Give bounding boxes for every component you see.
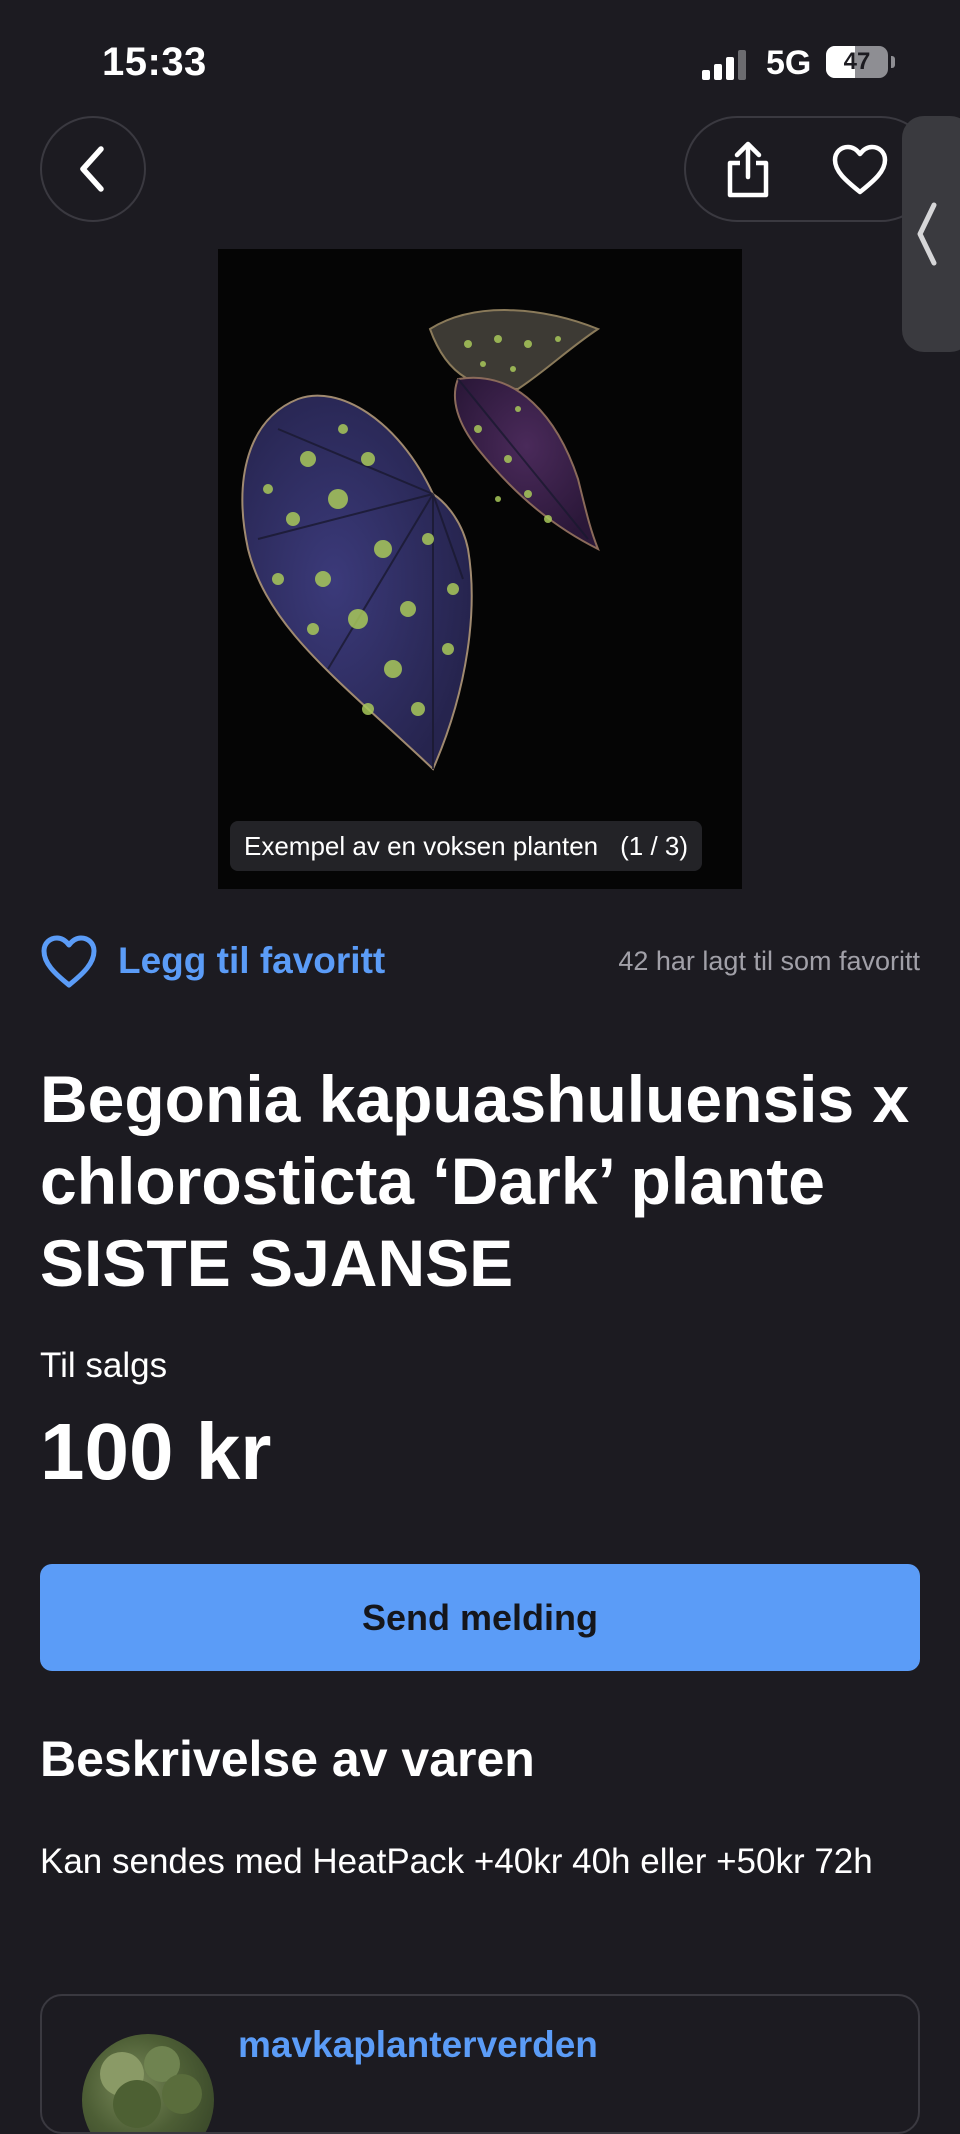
chevron-left-icon [80, 146, 104, 192]
status-bar: 15:33 5G 47 [0, 0, 960, 110]
favorite-row: Legg til favoritt 42 har lagt til som fa… [40, 930, 920, 994]
seller-avatar[interactable] [82, 2034, 214, 2132]
share-icon [727, 141, 769, 198]
battery-icon: 47 [826, 46, 888, 78]
add-favorite-button[interactable]: Legg til favoritt [118, 940, 385, 982]
product-image[interactable]: Exempel av en voksen planten (1 / 3) [218, 249, 742, 889]
listing-price: 100 kr [40, 1407, 272, 1496]
description-heading: Beskrivelse av varen [40, 1731, 535, 1787]
image-counter: (1 / 3) [620, 831, 689, 861]
network-label: 5G [766, 44, 812, 82]
chevron-left-icon [917, 202, 937, 266]
heart-icon[interactable] [40, 934, 98, 990]
battery-nub [891, 56, 895, 68]
image-caption-text: Exempel av en voksen planten [244, 831, 599, 861]
begonia-leaves-image [241, 309, 601, 771]
avatar-image [100, 2046, 202, 2128]
share-button[interactable] [710, 132, 786, 208]
top-actions [684, 116, 934, 222]
seller-card[interactable]: mavkaplanterverden [40, 1994, 920, 2134]
listing-title: Begonia kapuashuluensis x chlorosticta ‘… [40, 1062, 910, 1300]
favorite-top-button[interactable] [822, 132, 898, 208]
listing-status: Til salgs [40, 1346, 168, 1385]
send-message-button[interactable]: Send melding [40, 1564, 920, 1671]
description-text: Kan sendes med HeatPack +40kr 40h eller … [40, 1842, 873, 1881]
favorite-count: 42 har lagt til som favoritt [618, 946, 920, 976]
battery-level: 47 [843, 48, 871, 75]
side-panel-handle[interactable] [902, 116, 960, 352]
status-time: 15:33 [102, 40, 207, 84]
signal-icon [702, 48, 750, 80]
image-caption: Exempel av en voksen planten (1 / 3) [230, 821, 703, 871]
back-button[interactable] [40, 116, 146, 222]
heart-icon [832, 144, 888, 195]
seller-name-link[interactable]: mavkaplanterverden [238, 2024, 598, 2066]
